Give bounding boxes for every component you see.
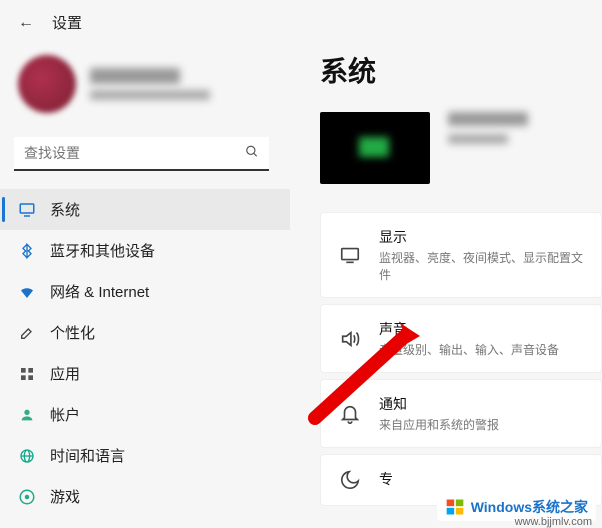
sidebar-item-apps[interactable]: 应用 xyxy=(0,353,290,394)
sidebar-item-label: 系统 xyxy=(50,199,80,220)
sidebar-item-system[interactable]: 系统 xyxy=(0,189,290,230)
sidebar-item-accounts[interactable]: 帐户 xyxy=(0,394,290,435)
sound-icon xyxy=(339,328,361,350)
profile-name xyxy=(90,68,180,84)
sidebar-item-personalization[interactable]: 个性化 xyxy=(0,312,290,353)
watermark-url: www.bjjmlv.com xyxy=(515,516,592,528)
setting-title: 显示 xyxy=(379,227,583,247)
wifi-icon xyxy=(18,283,36,301)
device-name xyxy=(448,112,528,126)
watermark-text: Windows系统之家 xyxy=(471,497,588,517)
sidebar-item-label: 时间和语言 xyxy=(50,445,125,466)
sidebar-item-time-language[interactable]: 时间和语言 xyxy=(0,435,290,476)
sidebar-item-label: 应用 xyxy=(50,363,80,384)
device-thumbnail xyxy=(320,112,430,184)
game-icon xyxy=(18,488,36,506)
back-arrow-icon[interactable]: ← xyxy=(18,14,34,32)
windows-logo-icon xyxy=(445,497,465,517)
sidebar-item-gaming[interactable]: 游戏 xyxy=(0,476,290,517)
apps-icon xyxy=(18,365,36,383)
profile-sub xyxy=(90,90,210,100)
person-icon xyxy=(18,406,36,424)
bell-icon xyxy=(339,403,361,425)
sidebar-item-label: 个性化 xyxy=(50,322,95,343)
search-input[interactable] xyxy=(14,137,269,169)
page-title: 设置 xyxy=(52,12,82,33)
main-panel: 系统 显示 监视器、亮度、夜间模式、显示配置文件 声音 音量级别、输出、输入、声… xyxy=(320,50,602,512)
globe-icon xyxy=(18,447,36,465)
search-icon xyxy=(245,145,259,162)
setting-sub: 来自应用和系统的警报 xyxy=(379,416,499,433)
device-sub xyxy=(448,134,508,144)
setting-row-sound[interactable]: 声音 音量级别、输出、输入、声音设备 xyxy=(320,304,602,373)
device-block[interactable] xyxy=(320,112,602,184)
main-title: 系统 xyxy=(320,50,602,90)
display-icon xyxy=(339,244,361,266)
brush-icon xyxy=(18,324,36,342)
sidebar-item-label: 帐户 xyxy=(50,404,80,425)
sidebar: 系统 蓝牙和其他设备 网络 & Internet 个性化 应用 帐户 时间和 xyxy=(0,189,290,517)
sidebar-item-label: 游戏 xyxy=(50,486,80,507)
search-field[interactable] xyxy=(14,137,269,171)
setting-title: 声音 xyxy=(379,319,559,339)
setting-title: 专 xyxy=(379,469,393,489)
bluetooth-icon xyxy=(18,242,36,260)
moon-icon xyxy=(339,469,361,491)
sidebar-item-bluetooth[interactable]: 蓝牙和其他设备 xyxy=(0,230,290,271)
avatar xyxy=(18,55,76,113)
setting-sub: 音量级别、输出、输入、声音设备 xyxy=(379,341,559,358)
setting-title: 通知 xyxy=(379,394,499,414)
monitor-icon xyxy=(18,201,36,219)
setting-row-notifications[interactable]: 通知 来自应用和系统的警报 xyxy=(320,379,602,448)
setting-row-display[interactable]: 显示 监视器、亮度、夜间模式、显示配置文件 xyxy=(320,212,602,298)
sidebar-item-label: 蓝牙和其他设备 xyxy=(50,240,155,261)
setting-sub: 监视器、亮度、夜间模式、显示配置文件 xyxy=(379,249,583,283)
sidebar-item-network[interactable]: 网络 & Internet xyxy=(0,271,290,312)
sidebar-item-label: 网络 & Internet xyxy=(50,281,149,302)
